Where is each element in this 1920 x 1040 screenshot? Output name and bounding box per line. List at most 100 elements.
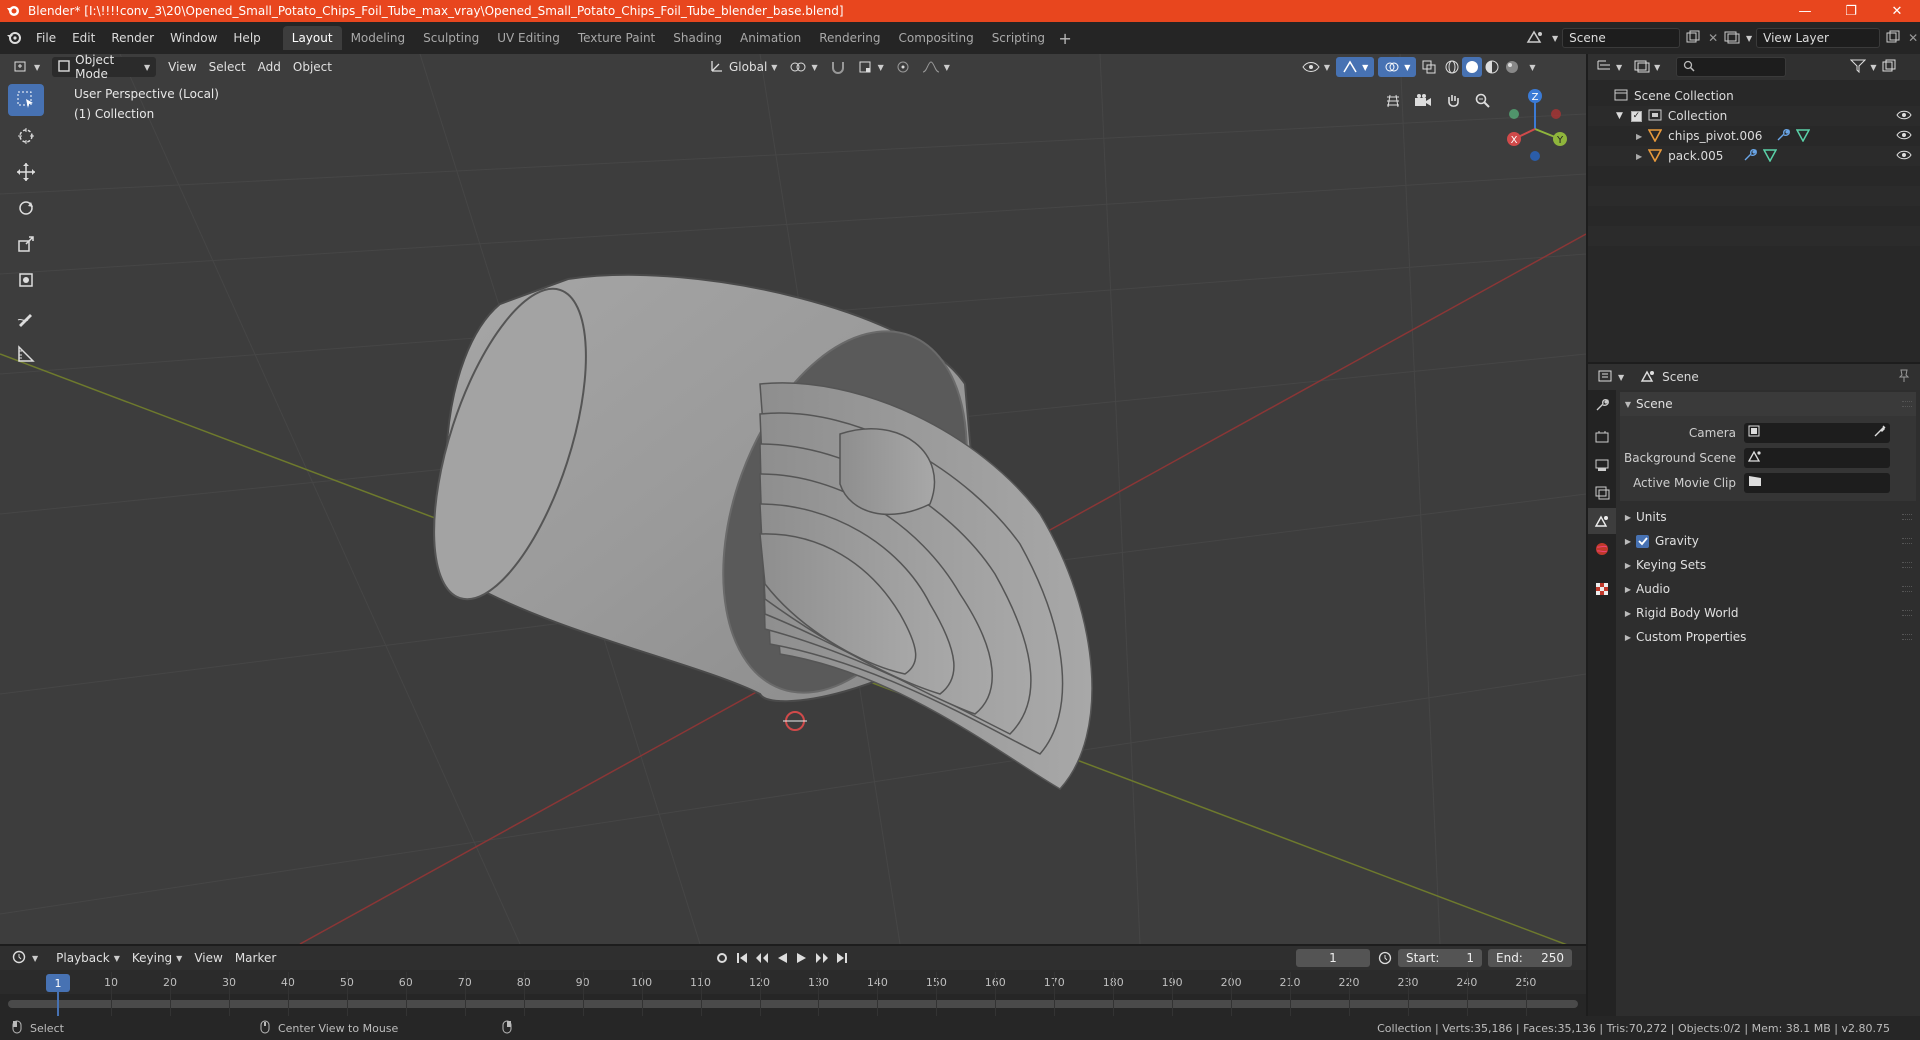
remove-view-layer-icon[interactable]: ✕ bbox=[1908, 31, 1918, 45]
new-collection-icon[interactable] bbox=[1882, 59, 1896, 76]
keying-sets-panel-header[interactable]: ▶ Keying Sets bbox=[1620, 553, 1916, 577]
transform-orientation-dropdown[interactable]: Global ▼ bbox=[704, 57, 783, 77]
scene-icon[interactable] bbox=[1526, 29, 1544, 48]
drag-grip-icon[interactable] bbox=[1902, 514, 1912, 520]
background-scene-field[interactable] bbox=[1744, 447, 1890, 468]
viewport-menu-add[interactable]: Add bbox=[252, 57, 287, 77]
expand-arrow-icon[interactable]: ▶ bbox=[1636, 152, 1642, 161]
world-tab-icon[interactable] bbox=[1588, 536, 1616, 562]
view-layer-icon[interactable] bbox=[1724, 29, 1742, 48]
timeline-menu-playback[interactable]: Playback ▼ bbox=[50, 948, 126, 968]
menu-help[interactable]: Help bbox=[225, 22, 268, 54]
preview-range-clock-icon[interactable] bbox=[1378, 951, 1394, 968]
eyedropper-icon[interactable] bbox=[1874, 425, 1886, 440]
maximize-button[interactable]: ❐ bbox=[1828, 0, 1874, 22]
jump-start-icon[interactable] bbox=[732, 952, 752, 964]
timeline-scrollbar[interactable] bbox=[8, 1000, 1578, 1008]
tab-uv-editing[interactable]: UV Editing bbox=[488, 26, 569, 50]
playhead-frame-indicator[interactable]: 1 bbox=[46, 974, 70, 992]
jump-keyframe-back-icon[interactable] bbox=[752, 952, 772, 964]
tab-texture-paint[interactable]: Texture Paint bbox=[569, 26, 664, 50]
custom-properties-panel-header[interactable]: ▶ Custom Properties bbox=[1620, 625, 1916, 649]
scene-name-field[interactable]: Scene bbox=[1562, 28, 1681, 48]
chevron-down-icon[interactable]: ▼ bbox=[1654, 63, 1660, 72]
drag-grip-icon[interactable] bbox=[1902, 538, 1912, 544]
chevron-down-icon[interactable]: ▼ bbox=[1618, 373, 1624, 382]
viewport-menu-object[interactable]: Object bbox=[287, 57, 338, 77]
end-frame-field[interactable]: End: 250 bbox=[1488, 949, 1572, 967]
timeline-menu-marker[interactable]: Marker bbox=[229, 948, 282, 968]
scene-tab-icon[interactable] bbox=[1588, 508, 1616, 534]
pivot-point-icon[interactable]: ▼ bbox=[783, 57, 823, 77]
timeline-editor-type-icon[interactable] bbox=[12, 950, 28, 967]
drag-grip-icon[interactable] bbox=[1902, 401, 1912, 407]
render-tab-icon[interactable] bbox=[1588, 424, 1616, 450]
gravity-checkbox[interactable] bbox=[1636, 534, 1649, 548]
close-button[interactable]: ✕ bbox=[1874, 0, 1920, 22]
menu-edit[interactable]: Edit bbox=[64, 22, 103, 54]
pack-eye-icon[interactable] bbox=[1896, 149, 1912, 164]
pin-icon[interactable] bbox=[1898, 369, 1910, 386]
play-icon[interactable] bbox=[792, 952, 812, 964]
outliner-search-input[interactable] bbox=[1676, 57, 1787, 77]
drag-grip-icon[interactable] bbox=[1902, 610, 1912, 616]
view-layer-tab-icon[interactable] bbox=[1588, 480, 1616, 506]
expand-arrow-icon[interactable]: ▼ bbox=[1616, 111, 1623, 121]
timeline-menu-keying[interactable]: Keying ▼ bbox=[126, 948, 188, 968]
active-movie-clip-field[interactable] bbox=[1744, 472, 1890, 493]
outliner-collection[interactable]: ▼ ✓ Collection bbox=[1588, 106, 1920, 126]
timeline-menu-view[interactable]: View bbox=[188, 948, 228, 968]
drag-grip-icon[interactable] bbox=[1902, 562, 1912, 568]
camera-view-icon[interactable] bbox=[1410, 88, 1436, 114]
xray-toggle-icon[interactable] bbox=[1416, 57, 1442, 77]
gizmo-neg-z-handle[interactable] bbox=[1530, 151, 1540, 161]
measure-tool[interactable] bbox=[8, 338, 44, 370]
transform-tool[interactable] bbox=[8, 264, 44, 296]
shading-material-icon[interactable] bbox=[1482, 57, 1502, 77]
new-view-layer-icon[interactable] bbox=[1886, 30, 1900, 47]
scale-tool[interactable] bbox=[8, 228, 44, 260]
units-panel-header[interactable]: ▶ Units bbox=[1620, 505, 1916, 529]
new-scene-icon[interactable] bbox=[1686, 30, 1700, 47]
zoom-view-icon[interactable] bbox=[1470, 88, 1496, 114]
viewport-menu-select[interactable]: Select bbox=[203, 57, 252, 77]
filter-icon[interactable] bbox=[1850, 59, 1867, 76]
gizmo-neg-y-handle[interactable] bbox=[1509, 109, 1519, 119]
tab-sculpting[interactable]: Sculpting bbox=[414, 26, 488, 50]
overlays-toggle-icon[interactable]: ▼ bbox=[1378, 57, 1417, 77]
add-workspace-button[interactable]: + bbox=[1054, 29, 1076, 48]
remove-scene-icon[interactable]: ✕ bbox=[1708, 31, 1718, 45]
record-icon[interactable] bbox=[712, 952, 732, 964]
tab-rendering[interactable]: Rendering bbox=[810, 26, 889, 50]
jump-end-icon[interactable] bbox=[832, 952, 852, 964]
tab-modeling[interactable]: Modeling bbox=[342, 26, 415, 50]
view-layer-field[interactable]: View Layer bbox=[1756, 28, 1881, 48]
minimize-button[interactable]: — bbox=[1782, 0, 1828, 22]
shading-rendered-icon[interactable] bbox=[1502, 57, 1522, 77]
gizmo-neg-x-handle[interactable] bbox=[1551, 109, 1561, 119]
collection-eye-icon[interactable] bbox=[1896, 109, 1912, 124]
proportional-editing-icon[interactable] bbox=[890, 57, 916, 77]
snap-target-icon[interactable]: ▼ bbox=[852, 57, 890, 77]
play-reverse-icon[interactable] bbox=[772, 952, 792, 964]
gravity-panel-header[interactable]: ▶ Gravity bbox=[1620, 529, 1916, 553]
tab-scripting[interactable]: Scripting bbox=[983, 26, 1054, 50]
chips-pivot-eye-icon[interactable] bbox=[1896, 129, 1912, 144]
editor-type-icon[interactable]: ▼ bbox=[8, 57, 46, 77]
blender-menu-icon[interactable] bbox=[0, 30, 28, 46]
properties-editor-type-icon[interactable] bbox=[1598, 369, 1614, 386]
chevron-down-icon[interactable]: ▼ bbox=[1552, 34, 1558, 43]
shading-solid-icon[interactable] bbox=[1462, 57, 1483, 77]
outliner-item-chips-pivot[interactable]: ▶ chips_pivot.006 bbox=[1588, 126, 1920, 146]
outliner-item-pack[interactable]: ▶ pack.005 bbox=[1588, 146, 1920, 166]
chevron-down-icon[interactable]: ▼ bbox=[1746, 34, 1752, 43]
tab-animation[interactable]: Animation bbox=[731, 26, 810, 50]
audio-panel-header[interactable]: ▶ Audio bbox=[1620, 577, 1916, 601]
menu-window[interactable]: Window bbox=[162, 22, 225, 54]
jump-keyframe-forward-icon[interactable] bbox=[812, 952, 832, 964]
pan-view-icon[interactable] bbox=[1440, 88, 1466, 114]
tab-compositing[interactable]: Compositing bbox=[889, 26, 982, 50]
rigid-body-world-panel-header[interactable]: ▶ Rigid Body World bbox=[1620, 601, 1916, 625]
drag-grip-icon[interactable] bbox=[1902, 634, 1912, 640]
shading-options-icon[interactable]: ▼ bbox=[1522, 57, 1538, 77]
